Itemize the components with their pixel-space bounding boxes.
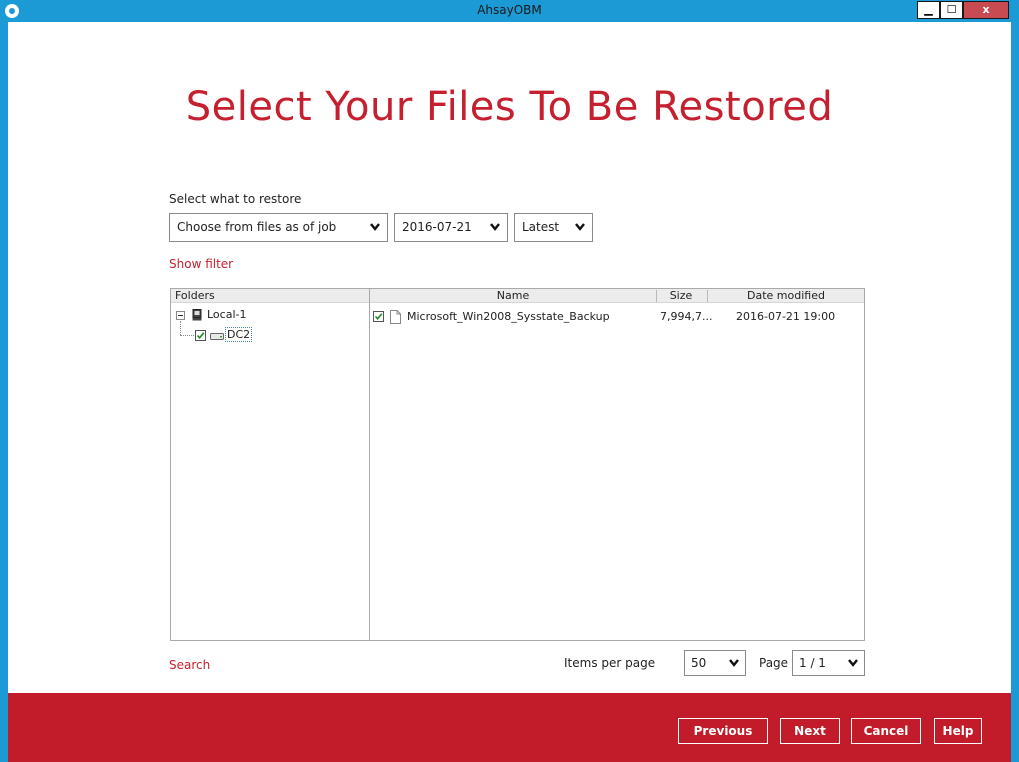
tree-node-dc2[interactable]: DC2 — [195, 327, 315, 342]
checkmark-icon — [374, 313, 383, 321]
name-column-header[interactable]: Name — [370, 289, 656, 303]
version-value: Latest — [522, 220, 560, 234]
chevron-down-icon — [848, 659, 858, 667]
chevron-down-icon — [370, 223, 380, 231]
date-value: 2016-07-21 — [402, 220, 472, 234]
dc2-checkbox[interactable] — [195, 330, 206, 341]
collapse-icon[interactable] — [176, 311, 185, 320]
close-button[interactable]: x — [963, 1, 1009, 19]
size-column-header[interactable]: Size — [657, 289, 705, 303]
maximize-button[interactable]: ☐ — [940, 1, 963, 19]
file-size: 7,994,7... — [660, 310, 713, 323]
date-column-header[interactable]: Date modified — [708, 289, 864, 303]
page-title: Select Your Files To Be Restored — [185, 84, 834, 130]
chevron-down-icon — [575, 223, 585, 231]
app-window: AhsayOBM ▁ ☐ x Select Your Files To Be R… — [0, 0, 1019, 762]
page-select[interactable]: 1 / 1 — [792, 650, 865, 676]
tree-node-local[interactable]: Local-1 — [175, 308, 365, 322]
checkmark-icon — [196, 332, 205, 340]
show-filter-link[interactable]: Show filter — [169, 257, 233, 271]
chevron-down-icon — [729, 659, 739, 667]
job-mode-select[interactable]: Choose from files as of job — [169, 213, 388, 242]
select-what-label: Select what to restore — [169, 192, 302, 206]
computer-icon — [192, 309, 202, 321]
minimize-button[interactable]: ▁ — [917, 1, 940, 19]
file-name: Microsoft_Win2008_Sysstate_Backup — [407, 310, 610, 323]
items-per-page-value: 50 — [691, 656, 707, 670]
chevron-down-icon — [490, 223, 500, 231]
version-select[interactable]: Latest — [514, 213, 593, 242]
file-list-panel: Name Size Date modified Microsoft_Win200… — [369, 288, 865, 641]
restore-page: Select Your Files To Be Restored Select … — [8, 22, 1011, 762]
drive-icon — [210, 333, 224, 340]
search-link[interactable]: Search — [169, 658, 210, 672]
items-per-page-select[interactable]: 50 — [684, 650, 746, 676]
tree-connector — [180, 335, 194, 336]
folders-header: Folders — [175, 289, 215, 302]
file-row[interactable]: Microsoft_Win2008_Sysstate_Backup 7,994,… — [370, 309, 864, 324]
tree-connector — [180, 321, 181, 335]
file-icon — [390, 310, 401, 324]
file-modified: 2016-07-21 19:00 — [736, 310, 836, 323]
tree-node-label: Local-1 — [207, 308, 247, 321]
tree-node-label: DC2 — [225, 327, 253, 342]
file-checkbox[interactable] — [373, 311, 384, 322]
previous-button[interactable]: Previous — [678, 718, 768, 744]
window-title: AhsayOBM — [477, 3, 542, 17]
page-label: Page — [759, 656, 789, 670]
help-button[interactable]: Help — [934, 718, 982, 744]
date-select[interactable]: 2016-07-21 — [394, 213, 508, 242]
footer-bar: Previous Next Cancel Help — [8, 693, 1011, 762]
next-button[interactable]: Next — [780, 718, 840, 744]
cancel-button[interactable]: Cancel — [851, 718, 921, 744]
page-value: 1 / 1 — [799, 656, 826, 670]
title-bar[interactable]: AhsayOBM ▁ ☐ x — [0, 0, 1019, 22]
job-mode-value: Choose from files as of job — [177, 220, 337, 234]
items-per-page-label: Items per page — [564, 656, 656, 670]
folder-tree-panel: Folders Local-1 DC2 — [170, 288, 370, 641]
